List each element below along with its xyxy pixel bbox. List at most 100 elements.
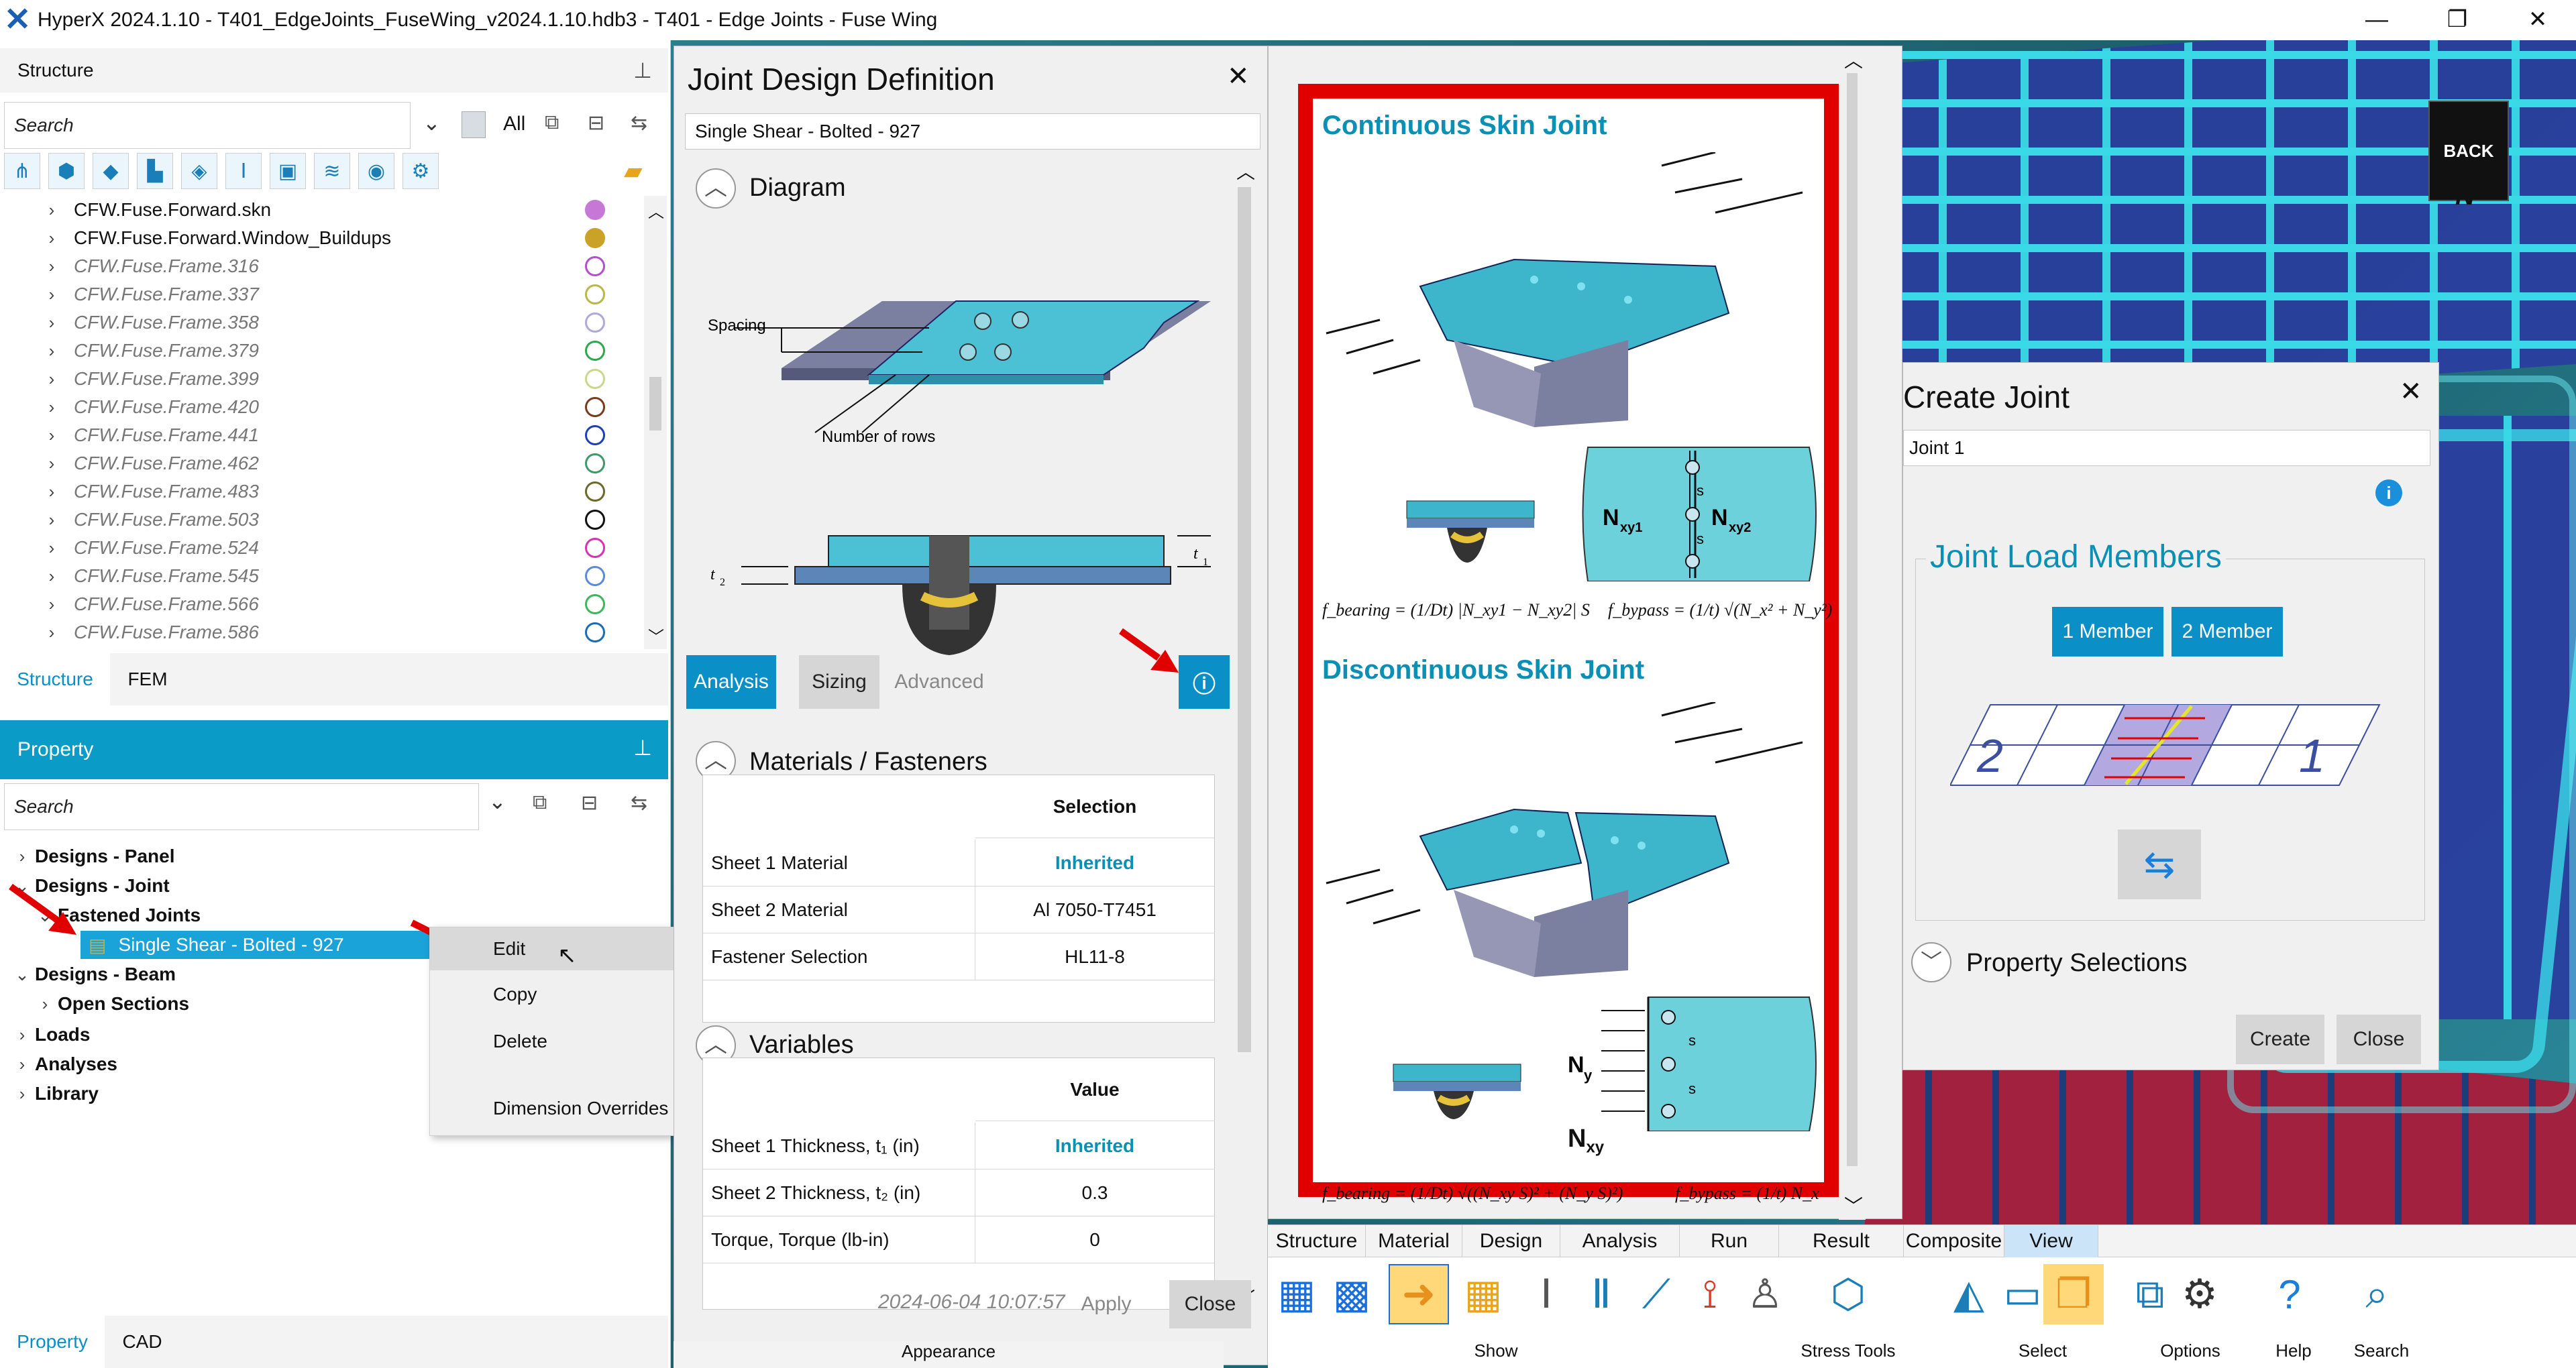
chevron-right-icon[interactable]: ›: [42, 369, 62, 390]
pin-icon[interactable]: ⊥: [633, 735, 652, 760]
arrow-show-icon[interactable]: ➜: [1389, 1264, 1449, 1324]
two-member-button[interactable]: 2 Member: [2171, 607, 2283, 657]
sync-icon[interactable]: ⇆: [631, 791, 647, 815]
table-row-value[interactable]: Inherited: [975, 840, 1214, 887]
i-beam-icon[interactable]: Ⅰ: [225, 153, 262, 189]
close-icon[interactable]: ✕: [1227, 61, 1250, 92]
dialog-scrollbar[interactable]: ︿ ﹀: [1231, 158, 1258, 1312]
tree-item[interactable]: › CFW.Fuse.Frame.586: [42, 618, 259, 646]
color-swatch-icon[interactable]: [585, 228, 605, 248]
scroll-down-icon[interactable]: ﹀: [1844, 1192, 1863, 1218]
table-row-value[interactable]: 0: [975, 1216, 1214, 1263]
menu-item-delete[interactable]: Delete: [430, 1021, 686, 1062]
checker-icon[interactable]: ▦: [1453, 1264, 1513, 1324]
chevron-right-icon[interactable]: ›: [42, 256, 62, 277]
maximize-button[interactable]: ❐: [2420, 0, 2494, 40]
grid-view-icon[interactable]: ▦: [1267, 1264, 1327, 1324]
create-button[interactable]: Create: [2236, 1015, 2324, 1064]
structure-search-input[interactable]: Search: [4, 102, 411, 149]
table-row-value[interactable]: Al 7050-T7451: [975, 887, 1214, 933]
color-swatch-icon[interactable]: [585, 425, 605, 445]
mesh-icon[interactable]: ▩: [1322, 1264, 1382, 1324]
expander-icon[interactable]: ›: [12, 1084, 32, 1104]
tree-item[interactable]: › CFW.Fuse.Frame.316: [42, 252, 259, 280]
dialog-close-button[interactable]: Close: [1169, 1280, 1251, 1328]
copy-icon[interactable]: ⧉: [533, 791, 547, 814]
joint-name-field[interactable]: Single Shear - Bolted - 927: [685, 113, 1260, 150]
chip-icon[interactable]: ⚙: [402, 153, 439, 189]
color-swatch-icon[interactable]: [585, 341, 605, 361]
select-layers-icon[interactable]: ❐: [2043, 1264, 2104, 1324]
sync-icon[interactable]: ⇆: [631, 111, 647, 135]
color-swatch-icon[interactable]: [585, 481, 605, 502]
minimize-button[interactable]: —: [2340, 0, 2414, 40]
chevron-down-icon[interactable]: ⌄: [423, 110, 441, 135]
color-swatch-icon[interactable]: [585, 312, 605, 333]
chevron-right-icon[interactable]: ›: [42, 622, 62, 643]
filter-all-label[interactable]: All: [503, 113, 525, 135]
tree-item[interactable]: › CFW.Fuse.Forward.skn: [42, 196, 271, 224]
scroll-down-icon[interactable]: ﹀: [648, 624, 664, 647]
expander-icon[interactable]: ›: [12, 846, 32, 867]
property-tree-item[interactable]: ⌄ Designs - Beam: [12, 960, 176, 988]
tree-item[interactable]: › CFW.Fuse.Frame.503: [42, 506, 259, 534]
info-icon[interactable]: i: [2375, 479, 2402, 506]
structure-scrollbar[interactable]: ︿ ﹀: [644, 196, 667, 649]
beam-i-icon[interactable]: Ⅰ: [1516, 1264, 1576, 1324]
compass-label[interactable]: N: [2455, 181, 2475, 211]
ribbon-tab-composite[interactable]: Composite: [1904, 1225, 2004, 1257]
tree-icon[interactable]: ⊟: [588, 111, 604, 135]
plate-icon[interactable]: ◈: [181, 153, 217, 189]
property-search-input[interactable]: Search: [4, 783, 479, 830]
color-swatch-icon[interactable]: [585, 284, 605, 304]
chevron-right-icon[interactable]: ›: [42, 284, 62, 305]
scroll-up-icon[interactable]: ︿: [648, 198, 664, 222]
table-row-value[interactable]: 0.3: [975, 1170, 1214, 1216]
filter-icon[interactable]: [462, 111, 486, 138]
tab-advanced[interactable]: Advanced: [889, 655, 989, 709]
create-joint-close-button[interactable]: Close: [2337, 1015, 2421, 1064]
eye-icon[interactable]: ◉: [358, 153, 394, 189]
close-icon[interactable]: ✕: [2400, 376, 2422, 407]
scroll-up-icon[interactable]: ︿: [1236, 158, 1255, 184]
hierarchy-icon[interactable]: ⋔: [4, 153, 40, 189]
joint-name-input[interactable]: Joint 1: [1903, 430, 2430, 466]
ribbon-tab-material[interactable]: Material: [1366, 1225, 1462, 1257]
tab-fem[interactable]: FEM: [114, 653, 181, 705]
diagram-collapse-toggle[interactable]: ︿: [696, 168, 736, 209]
tree-item[interactable]: › CFW.Fuse.Frame.379: [42, 337, 259, 365]
apply-button[interactable]: Apply: [1066, 1283, 1146, 1326]
tree-item[interactable]: › CFW.Fuse.Frame.462: [42, 449, 259, 477]
layers-icon[interactable]: ≋: [314, 153, 350, 189]
tab-structure[interactable]: Structure: [0, 653, 110, 705]
tree-icon[interactable]: ⊟: [581, 791, 598, 815]
close-window-button[interactable]: ✕: [2501, 0, 2575, 40]
gear-icon[interactable]: ⚙: [2169, 1264, 2230, 1324]
ribbon-tab-structure[interactable]: Structure: [1268, 1225, 1366, 1257]
tree-item[interactable]: › CFW.Fuse.Frame.441: [42, 421, 259, 449]
beam-c-icon[interactable]: Ⅱ: [1571, 1264, 1631, 1324]
color-swatch-icon[interactable]: [585, 369, 605, 389]
property-tree-item[interactable]: › Analyses: [12, 1050, 117, 1078]
property-tree-item[interactable]: › Open Sections: [35, 990, 189, 1018]
axes-icon[interactable]: ⟟: [1680, 1264, 1740, 1324]
property-selections-toggle[interactable]: ﹀: [1911, 942, 1951, 982]
color-swatch-icon[interactable]: [585, 538, 605, 558]
astronaut-icon[interactable]: ♙: [1735, 1264, 1795, 1324]
color-swatch-icon[interactable]: [585, 622, 605, 642]
tab-analysis[interactable]: Analysis: [686, 655, 776, 709]
panel-icon[interactable]: ◆: [93, 153, 129, 189]
plot-icon[interactable]: ⟋: [1626, 1264, 1686, 1324]
tree-item[interactable]: › CFW.Fuse.Frame.566: [42, 590, 259, 618]
chevron-right-icon[interactable]: ›: [42, 566, 62, 587]
tree-item[interactable]: › CFW.Fuse.Frame.358: [42, 308, 259, 337]
ribbon-tab-design[interactable]: Design: [1462, 1225, 1560, 1257]
table-row-value[interactable]: HL11-8: [975, 933, 1214, 980]
tab-property[interactable]: Property: [0, 1316, 105, 1368]
ribbon-tab-view[interactable]: View: [2004, 1225, 2098, 1257]
tree-item[interactable]: › CFW.Fuse.Frame.420: [42, 393, 259, 421]
help-icon[interactable]: ?: [2259, 1264, 2320, 1324]
beam-group-icon[interactable]: ▙: [137, 153, 173, 189]
chevron-right-icon[interactable]: ›: [42, 312, 62, 333]
chevron-right-icon[interactable]: ›: [42, 510, 62, 530]
